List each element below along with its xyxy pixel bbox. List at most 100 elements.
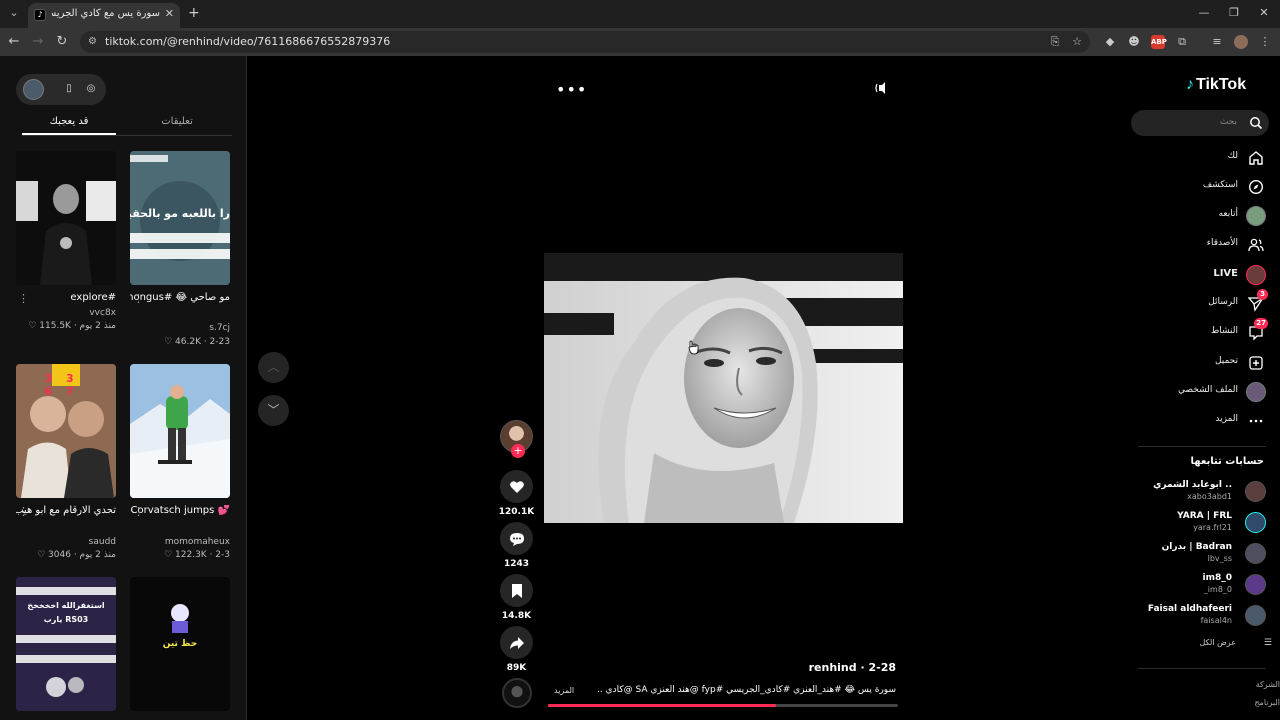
restore-icon[interactable]: ❐ xyxy=(1226,6,1242,19)
bookmark-star-icon[interactable]: ☆ xyxy=(1070,35,1084,49)
tab-close-icon[interactable]: ✕ xyxy=(165,7,174,20)
video-progress-bar[interactable] xyxy=(548,704,898,707)
active-tab-indicator xyxy=(22,133,116,135)
video-user-4[interactable]: momomaheux xyxy=(130,537,230,547)
video-thumbnail-4[interactable] xyxy=(130,364,230,498)
video-caption: سورة يس 😂 #هند_العنزي #كادي_الجريسي #fyp… xyxy=(598,685,896,695)
following-name: ابوعابد الشمري .. xyxy=(1153,480,1232,490)
caption-more-link[interactable]: المزيد xyxy=(554,686,574,695)
following-account[interactable]: بدران | Badran lbv_ss xyxy=(1134,541,1270,567)
browser-profile-avatar[interactable] xyxy=(1234,35,1248,49)
address-bar[interactable]: ⚙ tiktok.com/@renhind/video/761168667655… xyxy=(80,31,1090,53)
extension-diamond-icon[interactable]: ◆ xyxy=(1103,35,1117,49)
share-icon xyxy=(509,636,524,649)
nav-item-live[interactable]: LIVE xyxy=(1134,265,1270,285)
forward-icon[interactable]: → xyxy=(30,34,46,49)
volume-icon[interactable] xyxy=(874,80,890,96)
phone-icon[interactable]: ▯ xyxy=(62,82,76,96)
tab-search-icon[interactable]: ⌄ xyxy=(6,5,22,21)
following-account[interactable]: Faisal aldhafeeri faisal4n xyxy=(1134,603,1270,629)
reload-icon[interactable]: ↻ xyxy=(54,34,70,49)
tab-comments[interactable]: تعليقات xyxy=(130,116,224,127)
next-video-button[interactable]: ﹀ xyxy=(258,395,289,426)
video-stats-4: ♡ 122.3K · 2-3 xyxy=(164,550,230,560)
browser-menu-icon[interactable]: ⋮ xyxy=(1258,35,1272,49)
nav-item-following[interactable]: أتابعه xyxy=(1134,206,1270,226)
list-icon[interactable]: ☰ xyxy=(1264,638,1272,648)
video-thumbnail-3[interactable]: 33 67 xyxy=(16,364,116,498)
video-options-icon[interactable]: ⋮ xyxy=(133,292,144,305)
video-options-icon[interactable]: ⋮ xyxy=(18,292,29,305)
nav-item-profile[interactable]: الملف الشخصي xyxy=(1134,382,1270,402)
follow-plus-icon[interactable]: + xyxy=(511,444,525,458)
like-button[interactable] xyxy=(500,470,533,503)
window-close-icon[interactable]: ✕ xyxy=(1256,6,1272,19)
share-button[interactable] xyxy=(500,626,533,659)
video-thumbnail-5[interactable]: استغفرالله اخخخخخ RS03 يارب xyxy=(16,577,116,711)
minimize-icon[interactable]: — xyxy=(1196,6,1212,19)
more-options-icon[interactable]: ••• xyxy=(556,80,587,99)
nav-item-friends[interactable]: الأصدقاء xyxy=(1134,235,1270,255)
search-icon[interactable] xyxy=(1249,116,1263,130)
thumbnail-overlay-score: 33 67 xyxy=(44,372,88,398)
media-controls-icon[interactable]: ≡ xyxy=(1210,35,1224,49)
author-line[interactable]: renhind · 2-28 xyxy=(808,661,896,674)
following-name: YARA | FRL xyxy=(1177,511,1232,521)
video-user-2[interactable]: s.7cj xyxy=(130,323,230,333)
see-all-link[interactable]: عرض الكل xyxy=(1199,638,1236,647)
new-tab-icon[interactable]: + xyxy=(188,5,200,21)
user-avatar[interactable] xyxy=(23,79,44,100)
tab-you-may-like[interactable]: قد يعجبك xyxy=(22,116,116,127)
video-user-1[interactable]: vvc8x xyxy=(16,308,116,318)
nav-item-upload[interactable]: تحميل xyxy=(1134,353,1270,373)
video-player[interactable] xyxy=(544,253,903,523)
nav-item-send[interactable]: الرسائل 3 xyxy=(1134,289,1270,314)
video-options-icon[interactable]: ⋮ xyxy=(133,505,144,518)
music-disc-icon[interactable] xyxy=(502,678,532,708)
footer-program-link[interactable]: البرنامج xyxy=(1254,698,1280,707)
share-count: 89K xyxy=(506,663,527,673)
extensions-puzzle-icon[interactable]: ⧉ xyxy=(1175,35,1189,49)
video-thumbnail-2[interactable]: را باللعبه مو بالحقية xyxy=(130,151,230,285)
nav-item-more[interactable]: المزيد xyxy=(1134,411,1270,431)
nav-item-compass[interactable]: استكشف xyxy=(1134,177,1270,197)
compass-icon[interactable]: ◎ xyxy=(84,82,98,96)
following-name: بدران | Badran xyxy=(1161,542,1232,552)
video-options-icon[interactable]: ⋮ xyxy=(18,505,29,518)
site-info-icon[interactable]: ⚙ xyxy=(88,36,100,48)
video-title-1: #explore xyxy=(70,292,116,303)
previous-video-button[interactable]: ︿ xyxy=(258,352,289,383)
nav-divider xyxy=(1138,668,1266,669)
video-title-3: تحدي الارقام مع ابو هيب @abohaeeb #تحد..… xyxy=(16,505,116,516)
thumbnail-overlay-text: حظ تين xyxy=(162,639,198,649)
extension-face-icon[interactable]: ☻ xyxy=(1127,35,1141,49)
back-icon[interactable]: ← xyxy=(6,34,22,49)
video-thumbnail-1[interactable] xyxy=(16,151,116,285)
following-username: _im8_0 xyxy=(1203,585,1232,594)
save-button[interactable] xyxy=(500,574,533,607)
following-account[interactable]: YARA | FRL yara.frl21 xyxy=(1134,510,1270,536)
bookmark-icon xyxy=(511,583,522,598)
video-thumbnail-6[interactable]: حظ تين xyxy=(130,577,230,711)
profile-avatar xyxy=(1246,382,1266,402)
adblock-icon[interactable]: ABP xyxy=(1151,35,1167,49)
tiktok-favicon-icon: ♪ xyxy=(34,9,46,21)
comment-icon xyxy=(509,532,524,546)
following-account[interactable]: im8_0 _im8_0 xyxy=(1134,572,1270,598)
browser-tab[interactable]: ♪ سورة يس مع كادي الجريسي ✕ xyxy=(28,3,180,28)
following-account[interactable]: ابوعابد الشمري .. xabo3abd1 xyxy=(1134,479,1270,505)
video-user-3[interactable]: saudd xyxy=(16,537,116,547)
compass-icon xyxy=(1246,177,1266,197)
nav-item-home[interactable]: لك xyxy=(1134,148,1270,168)
search-input[interactable]: بحث xyxy=(1131,110,1269,136)
nav-divider xyxy=(1138,446,1266,447)
nav-label: الملف الشخصي xyxy=(1178,385,1238,395)
comment-button[interactable] xyxy=(500,522,533,555)
install-app-icon[interactable]: ⎘ xyxy=(1048,35,1062,49)
thumbnail-overlay-text: استغفرالله اخخخخخ RS03 يارب xyxy=(27,601,105,624)
footer-company-link[interactable]: الشركة xyxy=(1256,680,1280,689)
tab-divider xyxy=(22,135,232,136)
tiktok-logo[interactable]: ♪ TikTok xyxy=(1186,76,1246,94)
live-avatar xyxy=(1246,265,1266,285)
nav-item-inbox[interactable]: النشاط 27 xyxy=(1134,318,1270,343)
